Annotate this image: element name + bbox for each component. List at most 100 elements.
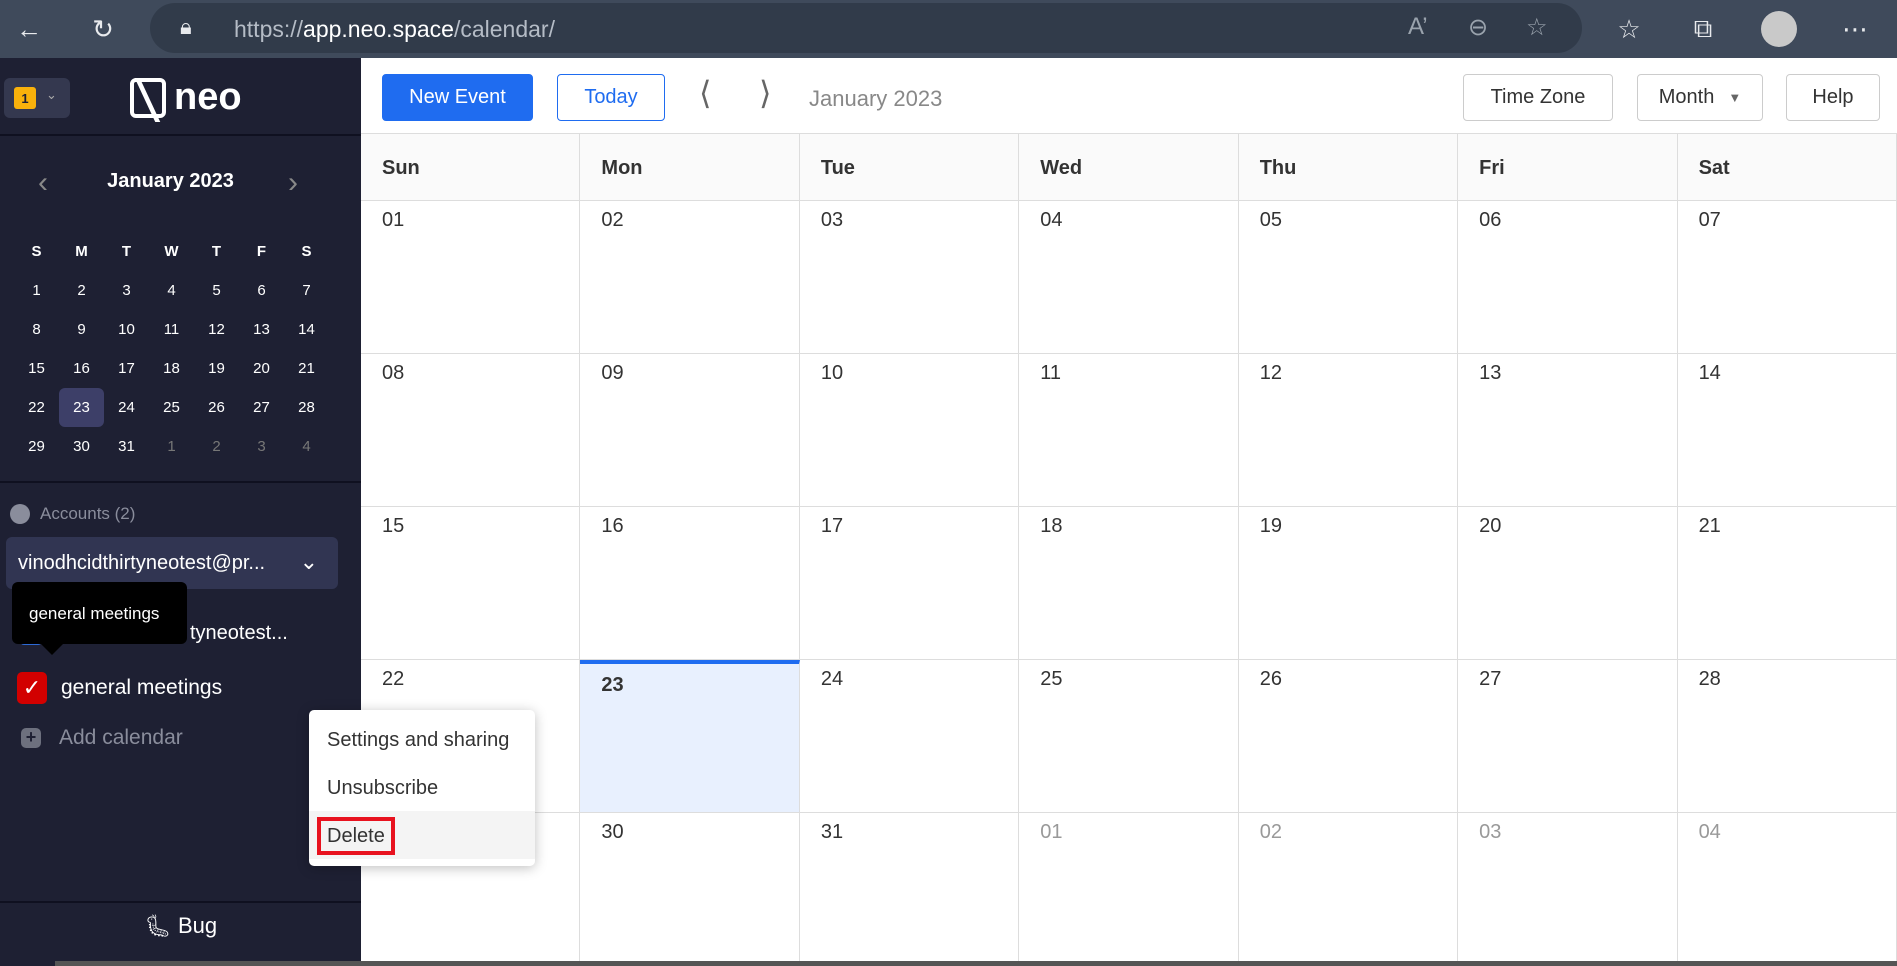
bug-report-button[interactable]: 🐛︎ Bug [0, 913, 361, 939]
back-icon[interactable]: ← [10, 10, 48, 48]
day-cell[interactable]: 16 [580, 507, 800, 660]
mini-day[interactable]: 17 [104, 349, 149, 388]
mini-day[interactable]: 23 [59, 388, 104, 427]
day-cell[interactable]: 01 [1019, 813, 1239, 966]
day-cell[interactable]: 08 [361, 354, 581, 507]
more-icon[interactable]: ⋯ [1836, 10, 1874, 48]
day-cell[interactable]: 12 [1238, 354, 1459, 507]
mini-day[interactable]: 12 [194, 310, 239, 349]
day-cell[interactable]: 03 [799, 201, 1020, 354]
menu-item-delete[interactable]: Delete [309, 811, 535, 859]
mini-next-icon[interactable]: › [288, 166, 298, 200]
day-cell[interactable]: 04 [1019, 201, 1239, 354]
mini-day[interactable]: 2 [194, 427, 239, 466]
calendar-item-general-meetings[interactable]: ✓ general meetings [17, 672, 222, 704]
mini-day[interactable]: 30 [59, 427, 104, 466]
view-select[interactable]: Month ▼ [1637, 74, 1763, 121]
favorite-add-icon[interactable]: ☆ [1526, 13, 1548, 42]
mini-day[interactable]: 8 [14, 310, 59, 349]
day-cell[interactable]: 09 [580, 354, 800, 507]
day-cell[interactable]: 31 [799, 813, 1020, 966]
day-cell[interactable]: 27 [1458, 660, 1678, 813]
day-number: 22 [382, 668, 405, 690]
mini-day[interactable]: 1 [14, 271, 59, 310]
day-number: 03 [1479, 821, 1502, 843]
day-cell[interactable]: 01 [361, 201, 581, 354]
day-cell[interactable]: 14 [1677, 354, 1897, 507]
mini-day[interactable]: 24 [104, 388, 149, 427]
day-number: 10 [820, 362, 844, 384]
day-cell[interactable]: 05 [1238, 201, 1459, 354]
day-cell[interactable]: 03 [1458, 813, 1678, 966]
mini-day[interactable]: 15 [14, 349, 59, 388]
day-cell[interactable]: 24 [799, 660, 1020, 813]
mini-day[interactable]: 25 [149, 388, 194, 427]
mini-day[interactable]: 16 [59, 349, 104, 388]
next-month-icon[interactable]: ⟩ [759, 74, 771, 112]
day-cell[interactable]: 04 [1677, 813, 1897, 966]
day-cell[interactable]: 07 [1677, 201, 1897, 354]
mini-day[interactable]: 13 [239, 310, 284, 349]
day-cell[interactable]: 18 [1019, 507, 1239, 660]
day-cell[interactable]: 11 [1019, 354, 1239, 507]
menu-item-unsubscribe[interactable]: Unsubscribe [309, 763, 535, 811]
mini-day[interactable]: 27 [239, 388, 284, 427]
mini-day[interactable]: 5 [194, 271, 239, 310]
day-cell[interactable]: 20 [1458, 507, 1678, 660]
checkbox-checked-icon[interactable]: ✓ [17, 672, 47, 704]
mini-day[interactable]: 21 [284, 349, 329, 388]
mini-day[interactable]: 4 [149, 271, 194, 310]
favorites-icon[interactable]: ☆ [1610, 10, 1648, 48]
refresh-icon[interactable]: ↻ [84, 10, 122, 48]
day-cell[interactable]: 19 [1238, 507, 1459, 660]
prev-month-icon[interactable]: ⟨ [699, 74, 711, 112]
day-cell[interactable]: 17 [799, 507, 1020, 660]
mini-day[interactable]: 31 [104, 427, 149, 466]
mini-day[interactable]: 4 [284, 427, 329, 466]
mini-day[interactable]: 28 [284, 388, 329, 427]
add-calendar-button[interactable]: + Add calendar [21, 726, 183, 750]
day-cell[interactable]: 02 [1238, 813, 1459, 966]
day-cell[interactable]: 26 [1238, 660, 1459, 813]
today-button[interactable]: Today [557, 74, 665, 121]
collections-icon[interactable]: ⧉ [1684, 10, 1722, 48]
new-event-button[interactable]: New Event [382, 74, 533, 121]
mini-day[interactable]: 11 [149, 310, 194, 349]
app-switcher[interactable]: 1 ⌄ [4, 78, 70, 118]
help-button[interactable]: Help [1786, 74, 1880, 121]
day-cell[interactable]: 28 [1677, 660, 1897, 813]
day-cell[interactable]: 30 [580, 813, 800, 966]
mini-day[interactable]: 19 [194, 349, 239, 388]
mini-day[interactable]: 7 [284, 271, 329, 310]
mini-day[interactable]: 29 [14, 427, 59, 466]
mini-day[interactable]: 18 [149, 349, 194, 388]
time-zone-button[interactable]: Time Zone [1463, 74, 1613, 121]
mini-day[interactable]: 10 [104, 310, 149, 349]
day-cell-today[interactable]: 23 [580, 660, 800, 813]
mini-day[interactable]: 26 [194, 388, 239, 427]
day-cell[interactable]: 15 [361, 507, 581, 660]
day-cell[interactable]: 06 [1458, 201, 1678, 354]
mini-day[interactable]: 9 [59, 310, 104, 349]
zoom-out-icon[interactable]: ⊖ [1468, 13, 1488, 42]
day-number: 16 [601, 515, 624, 537]
mini-day[interactable]: 1 [149, 427, 194, 466]
read-aloud-icon[interactable]: A’ [1408, 13, 1428, 41]
horizontal-scrollbar[interactable] [55, 961, 1897, 966]
address-bar[interactable]: 🔒︎ https://app.neo.space/calendar/ A’ ⊖ … [150, 3, 1582, 53]
mini-day[interactable]: 20 [239, 349, 284, 388]
mini-day[interactable]: 3 [239, 427, 284, 466]
profile-icon[interactable] [1760, 10, 1798, 48]
day-cell[interactable]: 25 [1019, 660, 1239, 813]
menu-item-settings-and-sharing[interactable]: Settings and sharing [309, 715, 535, 763]
day-cell[interactable]: 21 [1677, 507, 1897, 660]
mini-day[interactable]: 2 [59, 271, 104, 310]
mini-day[interactable]: 14 [284, 310, 329, 349]
mini-day[interactable]: 3 [104, 271, 149, 310]
day-number: 02 [1259, 821, 1282, 843]
day-cell[interactable]: 13 [1458, 354, 1678, 507]
day-cell[interactable]: 10 [799, 354, 1020, 507]
day-cell[interactable]: 02 [580, 201, 800, 354]
mini-day[interactable]: 6 [239, 271, 284, 310]
mini-day[interactable]: 22 [14, 388, 59, 427]
